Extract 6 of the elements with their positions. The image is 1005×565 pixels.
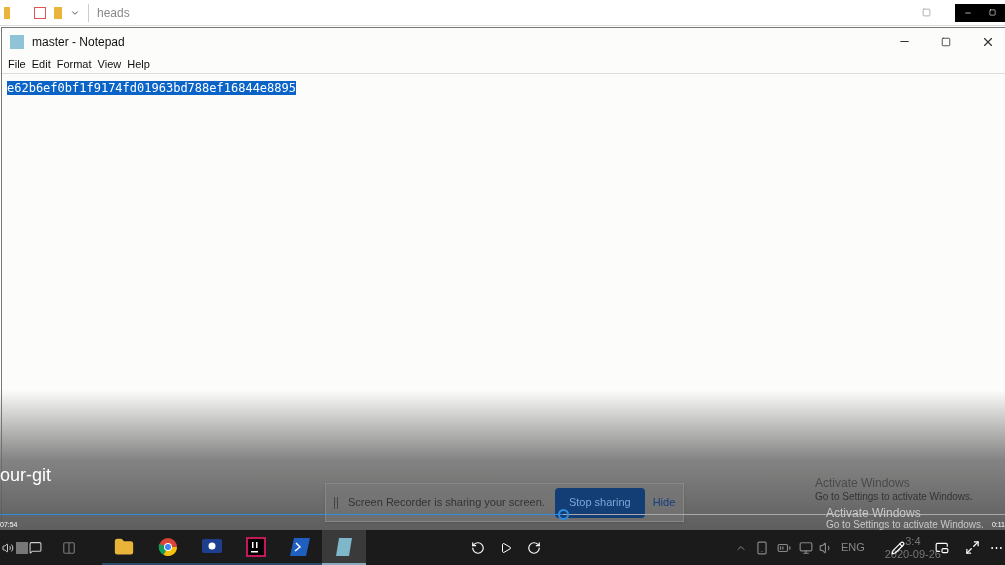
watermark-subtitle: Go to Settings to activate Windows.: [826, 519, 984, 531]
watermark-subtitle: Go to Settings to activate Windows.: [815, 490, 973, 504]
document-text: e62b6ef0bf1f9174fd01963bd788ef16844e8895: [7, 81, 296, 95]
recorder-message: Screen Recorder is sharing your screen.: [348, 495, 545, 511]
video-title: our-git: [0, 464, 52, 487]
window-title: master - Notepad: [32, 33, 125, 51]
